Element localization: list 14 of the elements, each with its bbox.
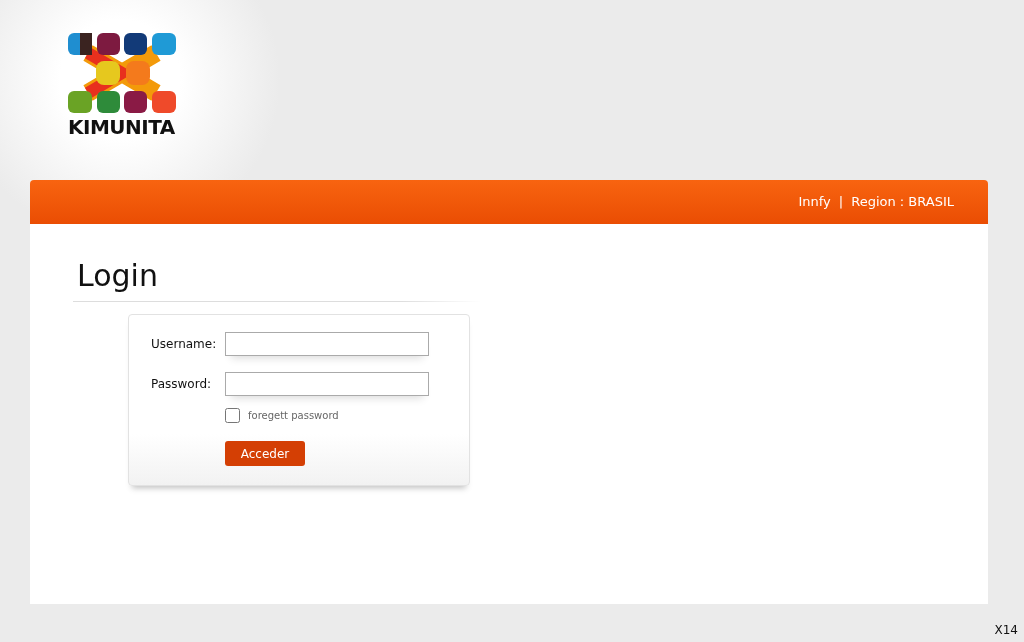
checkbox[interactable] bbox=[225, 408, 240, 423]
logo-wordmark: KIMUNITA bbox=[68, 117, 175, 137]
field-label: Username: bbox=[151, 336, 218, 353]
submit-button[interactable]: Acceder bbox=[225, 441, 305, 466]
version-label: X14 bbox=[994, 622, 1018, 639]
header-link[interactable]: Region : BRASIL bbox=[851, 192, 954, 212]
header-link[interactable]: Innfy bbox=[798, 192, 831, 212]
input-field[interactable] bbox=[225, 332, 429, 356]
separator-text: | bbox=[838, 193, 844, 212]
input-field[interactable] bbox=[225, 372, 429, 396]
page-title: Login bbox=[76, 258, 159, 294]
field-label: Password: bbox=[151, 376, 213, 393]
checkbox-label: foregett password bbox=[248, 409, 339, 423]
logo-icon bbox=[68, 33, 176, 113]
